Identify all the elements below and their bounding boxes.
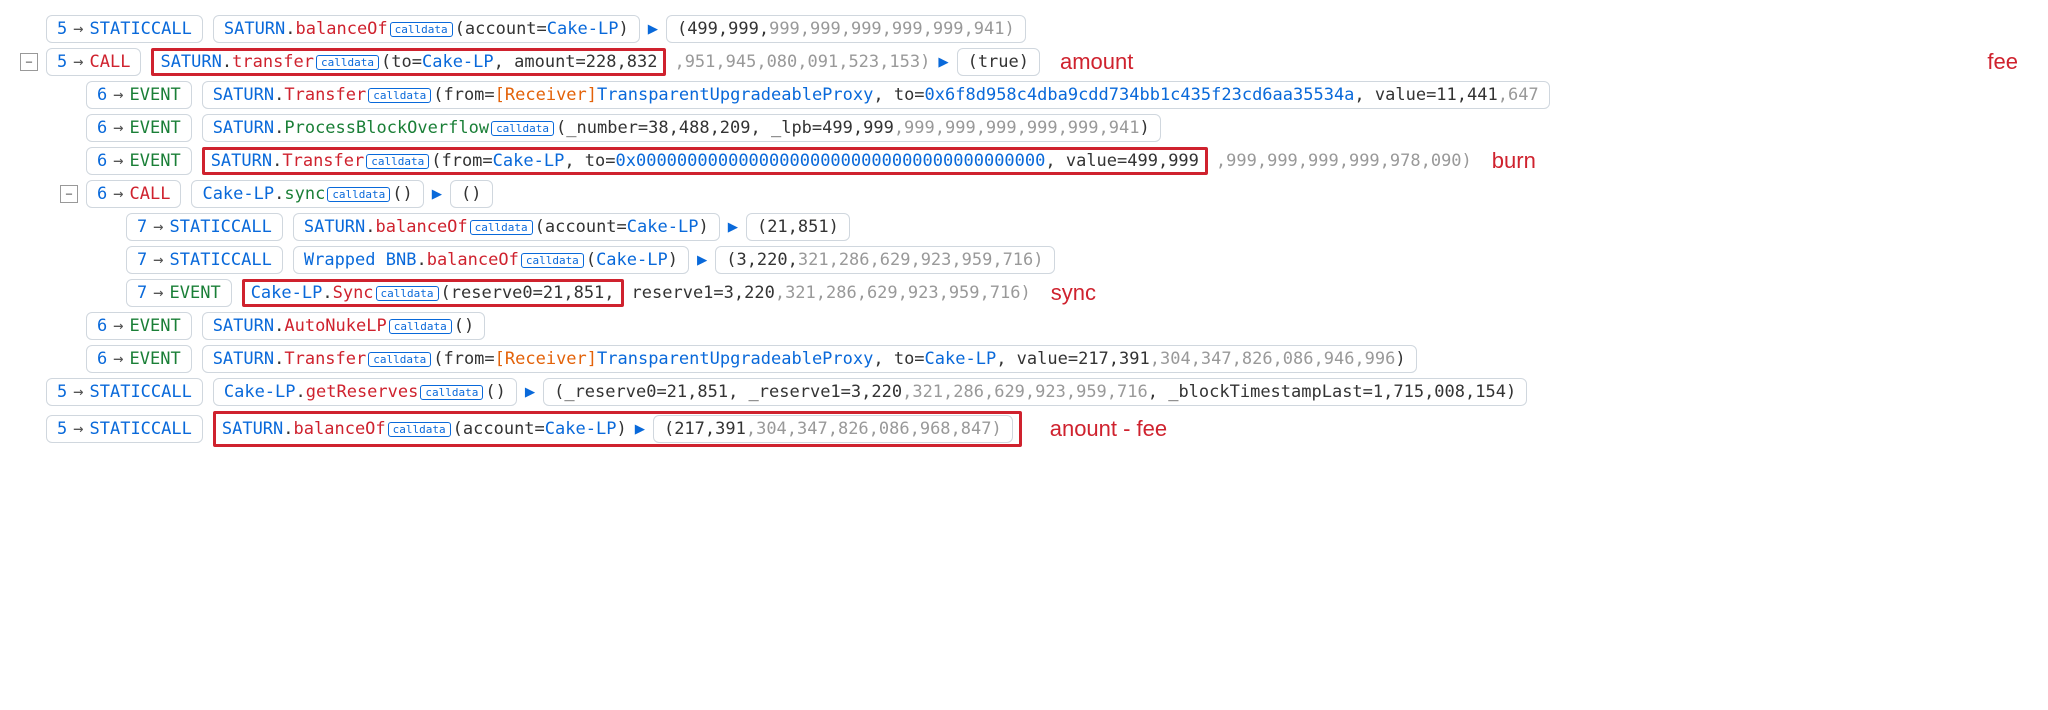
return-value: (true)	[957, 48, 1040, 76]
call-body[interactable]: SATURN.balanceOfcalldata(account=Cake-LP…	[213, 15, 640, 43]
calldata-tag[interactable]: calldata	[327, 187, 390, 202]
depth-type-pill[interactable]: 5→CALL	[46, 48, 141, 76]
trace-row: 5→STATICCALL Cake-LP.getReservescalldata(…	[20, 378, 2028, 406]
collapse-toggle[interactable]: −	[20, 53, 38, 71]
annotation: fee	[1987, 49, 2018, 75]
highlight-box: SATURN.balanceOfcalldata(account=Cake-LP…	[213, 411, 1022, 447]
calldata-tag[interactable]: calldata	[491, 121, 554, 136]
trace-row: 7→STATICCALL Wrapped BNB.balanceOfcalldat…	[20, 246, 2028, 274]
return-value: (3,220,321,286,629,923,959,716)	[715, 246, 1054, 274]
annotation: burn	[1492, 148, 1536, 174]
depth-type-pill[interactable]: 6→EVENT	[86, 147, 192, 175]
call-body[interactable]: SATURN.AutoNukeLPcalldata()	[202, 312, 486, 340]
return-value: (_reserve0=21,851, _reserve1=3,220,321,2…	[543, 378, 1527, 406]
call-body[interactable]: Cake-LP.getReservescalldata()	[213, 378, 517, 406]
calldata-tag[interactable]: calldata	[388, 422, 451, 437]
calldata-tag[interactable]: calldata	[420, 385, 483, 400]
highlight-box: SATURN.Transfercalldata(from=Cake-LP, to…	[202, 147, 1208, 175]
trace-row: −6→CALL Cake-LP.synccalldata() ▶ ()	[20, 180, 2028, 208]
trace-row: 6→EVENT SATURN.Transfercalldata(from=Cake…	[20, 147, 2028, 175]
depth-type-pill[interactable]: 7→STATICCALL	[126, 213, 283, 241]
trace-row: 6→EVENT SATURN.Transfercalldata(from=[Rec…	[20, 345, 2028, 373]
collapse-toggle[interactable]: −	[60, 185, 78, 203]
return-value: (21,851)	[746, 213, 850, 241]
call-body[interactable]: Cake-LP.synccalldata()	[191, 180, 423, 208]
trace-row: 6→EVENT SATURN.Transfercalldata(from=[Rec…	[20, 81, 2028, 109]
call-body[interactable]: Wrapped BNB.balanceOfcalldata(Cake-LP)	[293, 246, 689, 274]
depth-type-pill[interactable]: 6→EVENT	[86, 114, 192, 142]
trace-row: 7→EVENT Cake-LP.Synccalldata(reserve0=21,…	[20, 279, 2028, 307]
call-body[interactable]: SATURN.Transfercalldata(from=[Receiver]T…	[202, 81, 1550, 109]
highlight-box: SATURN.transfercalldata(to=Cake-LP, amou…	[151, 48, 666, 76]
calldata-tag[interactable]: calldata	[316, 55, 379, 70]
expand-icon[interactable]: ▶	[697, 250, 707, 270]
calldata-tag[interactable]: calldata	[389, 319, 452, 334]
depth-type-pill[interactable]: 5→STATICCALL	[46, 415, 203, 443]
calldata-tag[interactable]: calldata	[521, 253, 584, 268]
calldata-tag[interactable]: calldata	[390, 22, 453, 37]
return-value: (217,391,304,347,826,086,968,847)	[653, 415, 1013, 443]
depth-type-pill[interactable]: 6→EVENT	[86, 312, 192, 340]
depth-type-pill[interactable]: 6→EVENT	[86, 345, 192, 373]
expand-icon[interactable]: ▶	[432, 184, 442, 204]
annotation: amount	[1060, 49, 1133, 75]
depth-type-pill[interactable]: 7→EVENT	[126, 279, 232, 307]
return-value: (499,999,999,999,999,999,999,941)	[666, 15, 1026, 43]
trace-row: 5→STATICCALL SATURN.balanceOfcalldata(acc…	[20, 411, 2028, 447]
calldata-tag[interactable]: calldata	[368, 352, 431, 367]
call-body[interactable]: SATURN.balanceOfcalldata(account=Cake-LP…	[293, 213, 720, 241]
calldata-tag[interactable]: calldata	[368, 88, 431, 103]
depth-type-pill[interactable]: 6→CALL	[86, 180, 181, 208]
trace-row: 7→STATICCALL SATURN.balanceOfcalldata(acc…	[20, 213, 2028, 241]
depth-type-pill[interactable]: 5→STATICCALL	[46, 15, 203, 43]
call-body[interactable]: SATURN.ProcessBlockOverflowcalldata(_num…	[202, 114, 1161, 142]
depth-type-pill[interactable]: 6→EVENT	[86, 81, 192, 109]
annotation: sync	[1051, 280, 1096, 306]
calldata-tag[interactable]: calldata	[366, 154, 429, 169]
trace-container: 5→STATICCALL SATURN.balanceOfcalldata(acc…	[20, 15, 2028, 447]
expand-icon[interactable]: ▶	[525, 382, 535, 402]
trace-row: −5→CALL SATURN.transfercalldata(to=Cake-L…	[20, 48, 2028, 76]
calldata-tag[interactable]: calldata	[470, 220, 533, 235]
trace-row: 5→STATICCALL SATURN.balanceOfcalldata(acc…	[20, 15, 2028, 43]
call-body[interactable]: SATURN.balanceOfcalldata(account=Cake-LP…	[222, 419, 627, 439]
depth-type-pill[interactable]: 5→STATICCALL	[46, 378, 203, 406]
trace-row: 6→EVENT SATURN.AutoNukeLPcalldata()	[20, 312, 2028, 340]
trace-row: 6→EVENT SATURN.ProcessBlockOverflowcallda…	[20, 114, 2028, 142]
return-value: ()	[450, 180, 492, 208]
call-body[interactable]: SATURN.Transfercalldata(from=[Receiver]T…	[202, 345, 1417, 373]
depth-type-pill[interactable]: 7→STATICCALL	[126, 246, 283, 274]
calldata-tag[interactable]: calldata	[376, 286, 439, 301]
highlight-box: Cake-LP.Synccalldata(reserve0=21,851,	[242, 279, 624, 307]
expand-icon[interactable]: ▶	[728, 217, 738, 237]
expand-icon[interactable]: ▶	[938, 52, 948, 72]
annotation: anount - fee	[1050, 416, 1167, 442]
expand-icon[interactable]: ▶	[635, 419, 645, 439]
expand-icon[interactable]: ▶	[648, 19, 658, 39]
